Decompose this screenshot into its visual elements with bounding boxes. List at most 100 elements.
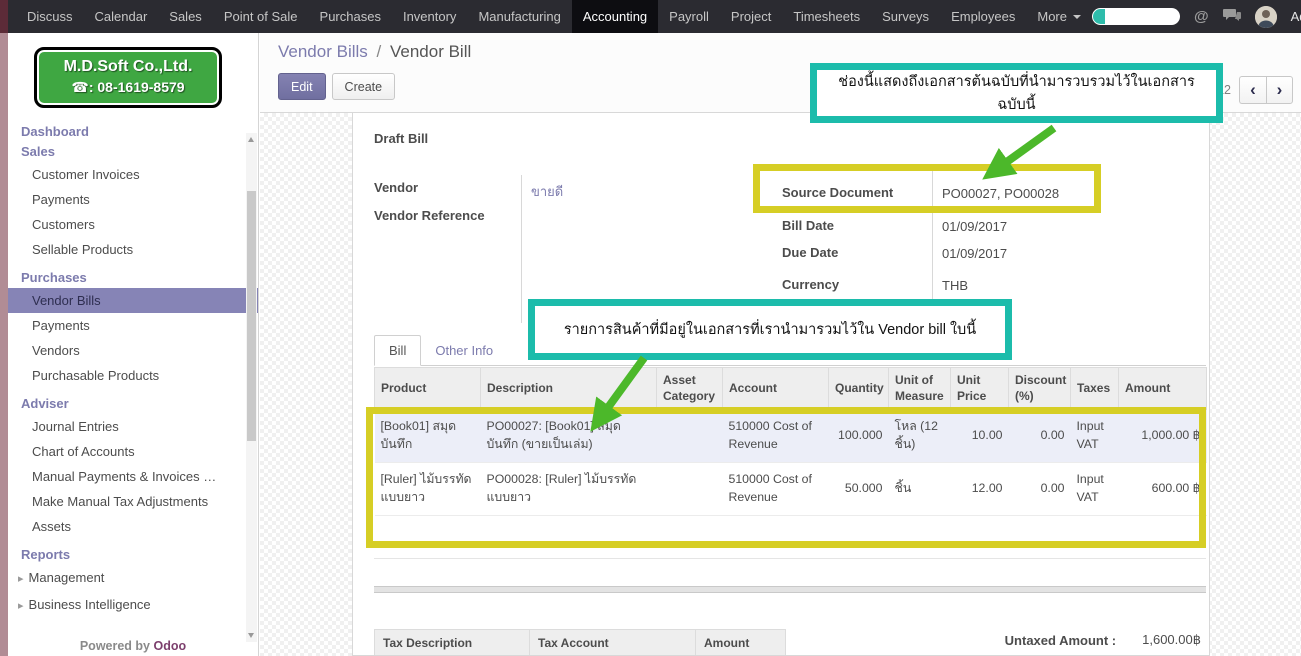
sidebar: M.D.Soft Co.,Ltd. ☎: 08-1619-8579 Dashbo… — [8, 33, 259, 656]
vendor-label: Vendor — [374, 180, 418, 195]
nav-purchases[interactable]: Purchases — [309, 0, 392, 33]
nav-more-label: More — [1037, 9, 1067, 24]
company-name: M.D.Soft Co.,Ltd. — [43, 58, 213, 76]
col-discount: Discount (%) — [1009, 368, 1071, 410]
tab-bill[interactable]: Bill — [374, 335, 421, 366]
cell-asset-category[interactable] — [657, 410, 723, 463]
sidebar-item-customer-invoices[interactable]: Customer Invoices — [8, 162, 258, 187]
sidebar-item-customers[interactable]: Customers — [8, 212, 258, 237]
bill-status: Draft Bill — [374, 131, 428, 146]
cell-account[interactable]: 510000 Cost of Revenue — [723, 410, 829, 463]
phone-icon: ☎ — [71, 79, 88, 95]
mention-at-icon[interactable]: @ — [1194, 9, 1209, 24]
nav-accounting-active[interactable]: Accounting — [572, 0, 658, 33]
cell-uom[interactable]: ชิ้น — [889, 462, 951, 515]
cell-taxes[interactable]: Input VAT — [1071, 410, 1119, 463]
odoo-brand[interactable]: Odoo — [154, 639, 187, 653]
cell-description[interactable]: PO00028: [Ruler] ไม้บรรทัดแบบยาว — [481, 462, 657, 515]
invoice-line-row-2[interactable]: [Ruler] ไม้บรรทัดแบบยาว PO00028: [Ruler]… — [375, 462, 1207, 515]
sidebar-item-payments-purchases[interactable]: Payments — [8, 313, 258, 338]
cell-asset-category[interactable] — [657, 462, 723, 515]
cell-description[interactable]: PO00027: [Book01] สมุดบันทึก (ขายเป็นเล่… — [481, 410, 657, 463]
sidebar-menu: Dashboard Sales Customer Invoices Paymen… — [8, 122, 258, 619]
due-date-value[interactable]: 01/09/2017 — [942, 246, 1007, 261]
annotation-source-document-note: ช่องนี้แสดงถึงเอกสารต้นฉบับที่นำมารวบรวม… — [810, 63, 1223, 123]
cell-discount[interactable]: 0.00 — [1009, 462, 1071, 515]
top-nav-bar: Discuss Calendar Sales Point of Sale Pur… — [8, 0, 1301, 33]
sidebar-item-management[interactable]: ▸Management — [8, 565, 258, 592]
nav-more[interactable]: More — [1026, 0, 1092, 33]
user-avatar[interactable] — [1255, 6, 1277, 28]
sidebar-item-journal-entries[interactable]: Journal Entries — [8, 414, 258, 439]
nav-payroll[interactable]: Payroll — [658, 0, 720, 33]
nav-surveys[interactable]: Surveys — [871, 0, 940, 33]
scroll-down-icon[interactable] — [248, 633, 254, 638]
cell-amount[interactable]: 1,000.00 ฿ — [1119, 410, 1207, 463]
sidebar-heading-reports[interactable]: Reports — [8, 545, 258, 565]
nav-point-of-sale[interactable]: Point of Sale — [213, 0, 309, 33]
sidebar-item-make-manual-tax-adjustments[interactable]: Make Manual Tax Adjustments — [8, 489, 258, 514]
nav-manufacturing[interactable]: Manufacturing — [467, 0, 571, 33]
sidebar-heading-sales[interactable]: Sales — [8, 142, 258, 162]
scrollbar-thumb[interactable] — [247, 191, 256, 441]
scroll-up-icon[interactable] — [248, 137, 254, 142]
nav-discuss[interactable]: Discuss — [16, 0, 84, 33]
bill-date-value[interactable]: 01/09/2017 — [942, 219, 1007, 234]
sidebar-item-vendor-bills-selected[interactable]: Vendor Bills — [8, 288, 258, 313]
tab-other-info[interactable]: Other Info — [421, 336, 507, 365]
cell-quantity[interactable]: 50.000 — [829, 462, 889, 515]
sidebar-heading-purchases[interactable]: Purchases — [8, 268, 258, 288]
vendor-value[interactable]: ขายดี — [531, 181, 563, 202]
currency-value[interactable]: THB — [942, 278, 968, 293]
user-name: Administrator — [1291, 9, 1301, 24]
form-view-background: Draft Bill Vendor ขายดี Vendor Reference… — [260, 113, 1301, 656]
chat-bubble-icon[interactable] — [1223, 8, 1241, 25]
invoice-line-row-1[interactable]: [Book01] สมุดบันทึก PO00027: [Book01] สม… — [375, 410, 1207, 463]
cell-product[interactable]: [Ruler] ไม้บรรทัดแบบยาว — [375, 462, 481, 515]
sidebar-item-sellable-products[interactable]: Sellable Products — [8, 237, 258, 262]
sidebar-item-chart-of-accounts[interactable]: Chart of Accounts — [8, 439, 258, 464]
cell-quantity[interactable]: 100.000 — [829, 410, 889, 463]
source-document-value[interactable]: PO00027, PO00028 — [942, 186, 1059, 201]
cell-product[interactable]: [Book01] สมุดบันทึก — [375, 410, 481, 463]
nav-employees[interactable]: Employees — [940, 0, 1026, 33]
cell-discount[interactable]: 0.00 — [1009, 410, 1071, 463]
top-nav-menu: Discuss Calendar Sales Point of Sale Pur… — [16, 0, 1092, 33]
create-button[interactable]: Create — [332, 73, 396, 100]
sidebar-item-business-intelligence[interactable]: ▸Business Intelligence — [8, 592, 258, 619]
pager-previous-button[interactable]: ‹ — [1239, 76, 1266, 104]
sidebar-item-purchasable-products[interactable]: Purchasable Products — [8, 363, 258, 388]
cell-unit-price[interactable]: 10.00 — [951, 410, 1009, 463]
sidebar-item-manual-payments-invoices[interactable]: Manual Payments & Invoices … — [8, 464, 258, 489]
nav-timesheets[interactable]: Timesheets — [782, 0, 871, 33]
sidebar-item-dashboard[interactable]: Dashboard — [8, 122, 258, 142]
edit-button[interactable]: Edit — [278, 73, 326, 100]
cell-account[interactable]: 510000 Cost of Revenue — [723, 462, 829, 515]
sidebar-item-payments-sales[interactable]: Payments — [8, 187, 258, 212]
breadcrumb-vendor-bills[interactable]: Vendor Bills — [278, 42, 368, 61]
cell-unit-price[interactable]: 12.00 — [951, 462, 1009, 515]
currency-label: Currency — [782, 277, 839, 292]
nav-sales[interactable]: Sales — [158, 0, 213, 33]
cell-uom[interactable]: โหล (12 ชิ้น) — [889, 410, 951, 463]
window-edge-strip-top — [0, 0, 8, 33]
nav-project[interactable]: Project — [720, 0, 782, 33]
nav-inventory[interactable]: Inventory — [392, 0, 467, 33]
sidebar-heading-adviser[interactable]: Adviser — [8, 394, 258, 414]
col-account: Account — [723, 368, 829, 410]
systray-progress-input[interactable] — [1092, 8, 1180, 25]
pager-buttons: ‹ › — [1239, 76, 1293, 104]
vendor-reference-label: Vendor Reference — [374, 208, 485, 223]
sidebar-item-vendors[interactable]: Vendors — [8, 338, 258, 363]
source-document-label: Source Document — [782, 185, 893, 200]
cell-taxes[interactable]: Input VAT — [1071, 462, 1119, 515]
progress-fill — [1093, 9, 1105, 24]
nav-calendar[interactable]: Calendar — [84, 0, 159, 33]
cell-amount[interactable]: 600.00 ฿ — [1119, 462, 1207, 515]
totals-block: Untaxed Amount : 1,600.00฿ — [1005, 632, 1201, 648]
user-menu[interactable]: Administrator — [1291, 9, 1301, 24]
sidebar-scrollbar[interactable] — [246, 133, 257, 642]
pager-next-button[interactable]: › — [1266, 76, 1293, 104]
sidebar-item-assets[interactable]: Assets — [8, 514, 258, 539]
window-edge-strip — [0, 0, 8, 656]
